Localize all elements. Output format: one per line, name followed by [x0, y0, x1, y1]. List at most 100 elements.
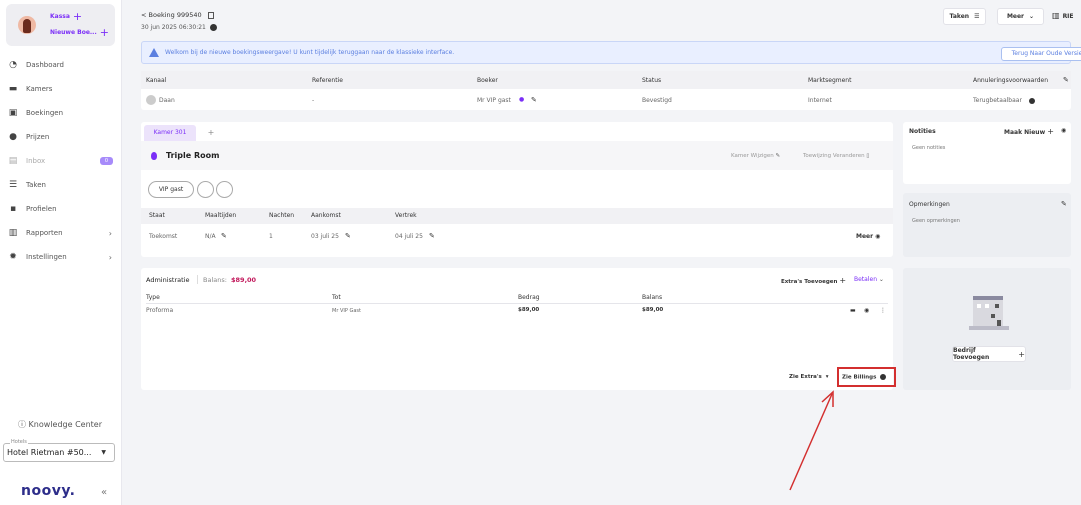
eye-icon: ◉	[875, 233, 881, 240]
user-label: RIE	[1062, 13, 1074, 20]
header-nachten: Nachten	[269, 212, 295, 219]
edit-remarks-icon[interactable]: ✎	[1061, 200, 1067, 208]
channel-avatar-icon	[146, 95, 156, 105]
table-header	[141, 71, 1071, 89]
inbox-icon: ▤	[8, 156, 18, 166]
more-vert-icon[interactable]: ⋮	[880, 307, 886, 314]
sidebar-item-dashboard[interactable]: ◔ Dashboard	[8, 58, 116, 72]
header-maaltijden: Maaltijden	[205, 212, 237, 219]
booking-date-text: 30 jun 2025 06:30:21	[141, 24, 206, 31]
header-balans: Balans	[642, 294, 663, 301]
chevron-right-icon: ›	[108, 252, 112, 262]
sidebar-item-rapporten[interactable]: ▥ Rapporten ›	[8, 226, 116, 240]
row-type: Proforma	[146, 307, 174, 314]
sidebar-item-inbox[interactable]: ▤ Inbox 0	[8, 154, 116, 168]
sidebar-item-prijzen[interactable]: ● Prijzen	[8, 130, 116, 144]
header-aankomst: Aankomst	[311, 212, 341, 219]
zie-billings-button[interactable]: Zie Billings	[842, 374, 887, 381]
header-vertrek: Vertrek	[395, 212, 417, 219]
sidebar-item-profielen[interactable]: ▪ Profielen	[8, 202, 116, 216]
sidebar-item-label: Taken	[26, 181, 46, 189]
sidebar-item-boekingen[interactable]: ▣ Boekingen	[8, 106, 116, 120]
add-room-tab[interactable]: +	[196, 125, 226, 141]
room-icon	[151, 152, 157, 160]
kanaal-value: Daan	[159, 97, 175, 104]
eye-icon[interactable]: ◉	[864, 307, 869, 314]
info-icon[interactable]	[1029, 98, 1035, 104]
sidebar-item-instellingen[interactable]: ✹ Instellingen ›	[8, 250, 116, 264]
building-illustration-icon	[969, 296, 1009, 330]
collapse-sidebar-icon[interactable]: «	[101, 487, 107, 498]
edit-icon: ✎	[775, 153, 781, 159]
back-to-booking-link[interactable]: < Boeking 999540	[141, 11, 214, 19]
hotel-select-label: Hotels	[10, 439, 28, 445]
caret-down-icon: ▼	[101, 449, 106, 456]
edit-aankomst-icon[interactable]: ✎	[345, 232, 351, 240]
knowledge-center-link[interactable]: ⓘ Knowledge Center	[18, 419, 102, 430]
boeker-value[interactable]: Mr VIP gast	[477, 97, 511, 104]
header-kanaal: Kanaal	[146, 77, 167, 84]
list-icon: ☰	[974, 13, 980, 20]
annulering-value: Terugbetaalbaar	[973, 97, 1022, 104]
guest-chip[interactable]: VIP gast	[148, 181, 194, 198]
nachten-value: 1	[269, 233, 273, 240]
plus-icon: +	[1018, 349, 1025, 359]
add-extras-button[interactable]: Extra's Toevoegen +	[781, 276, 846, 285]
empty-guest-slot[interactable]	[197, 181, 214, 198]
edit-maaltijden-icon[interactable]: ✎	[221, 232, 227, 240]
zie-extras-button[interactable]: Zie Extra's ▾	[789, 374, 829, 380]
room-meer-button[interactable]: Meer ◉	[856, 233, 880, 240]
tab-kamer-301[interactable]: Kamer 301	[144, 125, 196, 141]
old-version-button[interactable]: Terug Naar Oude Versie	[1001, 47, 1081, 61]
dashboard-icon: ◔	[9, 60, 17, 70]
row-balans: $89,00	[642, 307, 664, 313]
building-icon: ▥	[1052, 11, 1060, 20]
balance-label: Balans:	[203, 276, 227, 284]
sidebar-item-label: Instellingen	[26, 253, 67, 261]
edit-icon[interactable]: ✎	[1063, 76, 1069, 84]
header-status: Status	[642, 77, 662, 84]
meer-label: Meer	[1006, 13, 1025, 20]
zie-billings-label: Zie Billings	[842, 374, 877, 381]
add-company-button[interactable]: Bedrijf Toevoegen +	[952, 346, 1026, 362]
inbox-badge: 0	[100, 157, 113, 165]
cart-icon: ▾	[825, 374, 829, 380]
settings-icon: ✹	[9, 252, 17, 262]
edit-vertrek-icon[interactable]: ✎	[429, 232, 435, 240]
row-bedrag: $89,00	[518, 307, 540, 313]
eye-icon[interactable]: ◉	[1061, 127, 1066, 134]
company-card: Bedrijf Toevoegen +	[903, 268, 1071, 390]
empty-guest-slot[interactable]	[216, 181, 233, 198]
calendar-icon: ▣	[8, 108, 18, 118]
avatar[interactable]	[18, 16, 36, 34]
new-note-button[interactable]: Maak Nieuw +	[1004, 127, 1054, 136]
kassa-button[interactable]: Kassa +	[50, 11, 82, 22]
chevron-right-icon: ›	[108, 228, 112, 238]
taken-button[interactable]: Taken ☰	[943, 8, 986, 25]
toewijzing-button[interactable]: Toewijzing Veranderen ▯	[803, 153, 869, 159]
plus-icon: +	[839, 276, 847, 285]
booking-info-card: Kanaal Referentie Boeker Status Marktseg…	[141, 71, 1071, 110]
sidebar-item-taken[interactable]: ☰ Taken	[8, 178, 116, 192]
sidebar-item-label: Rapporten	[26, 229, 63, 237]
hotel-select[interactable]: Hotels Hotel Rietman #50... ▼	[3, 439, 115, 462]
header-tot: Tot	[332, 294, 341, 301]
copy-icon[interactable]	[207, 11, 214, 19]
table-row[interactable]: Proforma Mr VIP Gast $89,00 $89,00 ▬ ◉ ⋮	[141, 304, 893, 318]
vertrek-value: 04 juli 25	[395, 233, 423, 240]
kamer-wijzigen-button[interactable]: Kamer Wijzigen ✎	[731, 153, 780, 159]
knowledge-center-label: Knowledge Center	[28, 420, 102, 429]
kamer-wijzigen-label: Kamer Wijzigen	[731, 153, 774, 159]
meer-button[interactable]: Meer ⌄	[997, 8, 1044, 25]
print-icon[interactable]: ▬	[850, 307, 856, 314]
new-booking-button[interactable]: Nieuwe Boe... +	[50, 27, 109, 38]
edit-boeker-icon[interactable]: ✎	[531, 96, 537, 104]
header-annulering: Annuleringsvoorwaarden	[973, 77, 1049, 84]
admin-title: Administratie	[146, 276, 190, 284]
bed-icon: ▬	[8, 84, 18, 94]
user-menu[interactable]: ▥ RIE	[1052, 11, 1074, 20]
sidebar-item-kamers[interactable]: ▬ Kamers	[8, 82, 116, 96]
row-tot: Mr VIP Gast	[332, 308, 361, 314]
betalen-button[interactable]: Betalen ⌄	[854, 276, 884, 283]
door-icon: ▯	[866, 153, 870, 159]
